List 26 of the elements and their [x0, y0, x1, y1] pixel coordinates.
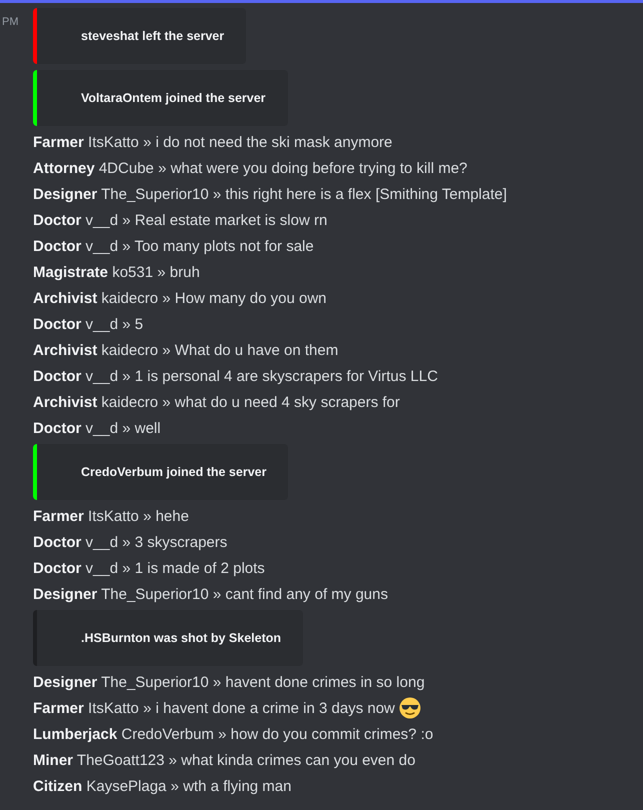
chat-message: Doctor v__d » 3 skyscrapers: [33, 534, 228, 550]
system-message-embed: .HSBurnton was shot by Skeleton: [33, 610, 304, 666]
chat-message: Miner TheGoatt123 » what kinda crimes can you even do: [33, 752, 416, 768]
chat-message: Archivist kaidecro » How many do you own: [33, 290, 327, 306]
chat-message: Doctor v__d » well: [33, 420, 161, 436]
chat-message: Designer The_Superior10 » cant find any of my guns: [33, 586, 388, 602]
chat-message: Lumberjack CredoVerbum » how do you commit crimes? :o: [33, 726, 434, 742]
chat-message: Designer The_Superior10 » havent done crimes in so long: [33, 674, 425, 690]
system-message-embed: steveshat left the server: [33, 8, 246, 64]
chat-message: Archivist kaidecro » what do u need 4 sky scrapers for: [33, 394, 400, 410]
chat-message: Doctor v__d » 5: [33, 316, 144, 332]
chat-message: Attorney 4DCube » what were you doing before trying to kill me?: [33, 160, 468, 176]
system-message-embed: VoltaraOntem joined the server: [33, 70, 288, 126]
chat-message: Doctor v__d » 1 is made of 2 plots: [33, 560, 265, 576]
chat-message: Archivist kaidecro » What do u have on them: [33, 342, 338, 358]
timestamp: PM: [1, 16, 20, 28]
chat-message: Farmer ItsKatto » i do not need the ski mask anymore: [33, 134, 392, 150]
chat-message: Farmer ItsKatto » hehe: [33, 508, 189, 524]
chat-message: Magistrate ko531 » bruh: [33, 264, 200, 280]
chat-message: Doctor v__d » Too many plots not for sale: [33, 238, 314, 254]
chat-message: Doctor v__d » 1 is personal 4 are skyscrapers for Virtus LLC: [33, 368, 438, 384]
system-message-embed: CredoVerbum joined the server: [33, 444, 288, 500]
chat-message: Farmer ItsKatto » i havent done a crime in 3 days now: [33, 700, 395, 716]
chat-message: Doctor v__d » Real estate market is slow rn: [33, 212, 328, 228]
chat-message: Designer The_Superior10 » this right here is a flex [Smithing Template]: [33, 186, 507, 202]
chat-message: Citizen KaysePlaga » wth a flying man: [33, 778, 292, 794]
